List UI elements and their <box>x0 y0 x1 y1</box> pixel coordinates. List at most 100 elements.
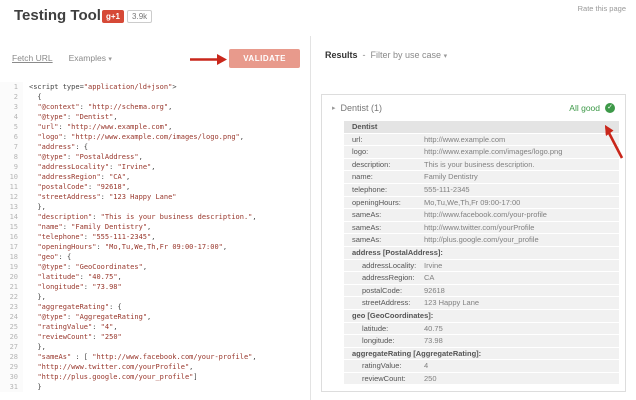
code-line[interactable]: 28 "sameAs" : [ "http://www.facebook.com… <box>0 352 310 362</box>
line-number: 29 <box>0 362 23 372</box>
line-number: 31 <box>0 382 23 392</box>
line-number: 28 <box>0 352 23 362</box>
property-value: 555-111-2345 <box>424 184 470 194</box>
code-line[interactable]: 11 "postalCode": "92618", <box>0 182 310 192</box>
property-name: url: <box>352 134 363 144</box>
code-text: }, <box>29 203 46 211</box>
page-title: Testing Tool <box>14 7 101 24</box>
code-line[interactable]: 25 "ratingValue": "4", <box>0 322 310 332</box>
property-name: latitude: <box>362 323 389 333</box>
editor-panel: Fetch URL Examples ▾ VALIDATE 1 <script t… <box>0 36 311 400</box>
code-text: "postalCode": "92618", <box>37 183 131 191</box>
results-panel: Results - Filter by use case ▾ ▸ Dentist… <box>311 36 636 400</box>
code-line[interactable]: 19 "@type": "GeoCoordinates", <box>0 262 310 272</box>
line-number: 26 <box>0 332 23 342</box>
code-line[interactable]: 3 "@context": "http://schema.org", <box>0 102 310 112</box>
code-line[interactable]: 16 "telephone": "555-111-2345", <box>0 232 310 242</box>
fetch-url-link[interactable]: Fetch URL <box>12 53 53 63</box>
table-row: ratingValue: 4 <box>344 360 619 372</box>
table-row: streetAddress: 123 Happy Lane <box>344 297 619 309</box>
table-row: latitude: 40.75 <box>344 322 619 335</box>
code-text: "reviewCount": "250" <box>37 333 122 341</box>
plus-one-button[interactable]: g+1 3.9k <box>102 10 153 23</box>
examples-dropdown[interactable]: Examples ▾ <box>69 53 112 63</box>
code-text: "longitude": "73.98" <box>37 283 122 291</box>
result-group-box: ▸ Dentist (1) All good ✓ Dentist url: htt… <box>321 94 626 392</box>
code-line[interactable]: 22 }, <box>0 292 310 302</box>
code-line[interactable]: 12 "streetAddress": "123 Happy Lane" <box>0 192 310 202</box>
code-line[interactable]: 14 "description": "This is your business… <box>0 212 310 222</box>
code-line[interactable]: 30 "http://plus.google.com/your_profile"… <box>0 372 310 382</box>
code-line[interactable]: 21 "longitude": "73.98" <box>0 282 310 292</box>
property-name: sameAs: <box>352 235 382 245</box>
table-row: sameAs: http://plus.google.com/your_profi… <box>344 234 619 246</box>
rate-this-page-link[interactable]: Rate this page <box>578 4 626 13</box>
line-number: 21 <box>0 282 23 292</box>
property-value: This is your business description. <box>424 159 535 169</box>
code-line[interactable]: 8 "@type": "PostalAddress", <box>0 152 310 162</box>
code-text: } <box>29 383 42 391</box>
line-number: 16 <box>0 232 23 242</box>
code-text: "openingHours": "Mo,Tu,We,Th,Fr 09:00-17… <box>37 243 228 251</box>
examples-label: Examples <box>68 53 106 63</box>
result-group-header[interactable]: ▸ Dentist (1) All good ✓ <box>322 95 625 121</box>
code-line[interactable]: 1 <script type="application/ld+json"> <box>0 82 310 92</box>
results-label: Results <box>325 50 358 60</box>
code-text: "logo": "http://www.example.com/images/l… <box>37 133 244 141</box>
filter-by-use-case-dropdown[interactable]: Filter by use case ▾ <box>371 50 448 60</box>
line-number: 17 <box>0 242 23 252</box>
code-text: "@type": "AggregateRating", <box>37 313 152 321</box>
table-section-row: geo [GeoCoordinates]: <box>344 309 619 322</box>
code-line[interactable]: 7 "address": { <box>0 142 310 152</box>
table-row: url: http://www.example.com <box>344 133 619 146</box>
table-row: description: This is your business descri… <box>344 158 619 171</box>
code-text: "aggregateRating": { <box>37 303 122 311</box>
code-text: "address": { <box>37 143 89 151</box>
code-text: "@type": "GeoCoordinates", <box>37 263 148 271</box>
line-number: 20 <box>0 272 23 282</box>
property-value: Irvine <box>424 260 443 270</box>
code-line[interactable]: 29 "http://www.twitter.com/yourProfile", <box>0 362 310 372</box>
code-line[interactable]: 26 "reviewCount": "250" <box>0 332 310 342</box>
property-name: streetAddress: <box>362 298 411 308</box>
line-number: 13 <box>0 202 23 212</box>
property-value: http://www.facebook.com/your-profile <box>424 210 547 220</box>
line-number: 8 <box>0 152 23 162</box>
table-row: postalCode: 92618 <box>344 284 619 297</box>
filter-label: Filter by use case <box>370 50 442 60</box>
property-name: openingHours: <box>352 197 401 207</box>
property-value: 250 <box>424 373 437 383</box>
code-line[interactable]: 23 "aggregateRating": { <box>0 302 310 312</box>
code-line[interactable]: 17 "openingHours": "Mo,Tu,We,Th,Fr 09:00… <box>0 242 310 252</box>
table-row: sameAs: http://www.facebook.com/your-prof… <box>344 209 619 221</box>
code-line[interactable]: 20 "latitude": "40.75", <box>0 272 310 282</box>
property-value: 4 <box>424 361 429 371</box>
code-line[interactable]: 9 "addressLocality": "Irvine", <box>0 162 310 172</box>
table-row: longitude: 73.98 <box>344 335 619 347</box>
plus-one-icon[interactable]: g+1 <box>102 10 125 23</box>
expand-triangle-icon[interactable]: ▸ <box>332 104 336 112</box>
table-row: logo: http://www.example.com/images/logo.… <box>344 146 619 158</box>
code-line[interactable]: 27 }, <box>0 342 310 352</box>
validate-button[interactable]: VALIDATE <box>229 48 300 68</box>
property-name: telephone: <box>352 184 388 194</box>
code-line[interactable]: 18 "geo": { <box>0 252 310 262</box>
code-text: "addressLocality": "Irvine", <box>37 163 156 171</box>
code-line[interactable]: 13 }, <box>0 202 310 212</box>
property-name: ratingValue: <box>362 361 402 371</box>
table-row: reviewCount: 250 <box>344 372 619 385</box>
line-number: 10 <box>0 172 23 182</box>
code-line[interactable]: 5 "url": "http://www.example.com", <box>0 122 310 132</box>
code-text: "description": "This is your business de… <box>37 213 257 221</box>
code-text: <script type="application/ld+json"> <box>29 83 177 91</box>
property-value: 40.75 <box>424 323 443 333</box>
code-line[interactable]: 31 } <box>0 382 310 392</box>
code-line[interactable]: 4 "@type": "Dentist", <box>0 112 310 122</box>
code-line[interactable]: 2 { <box>0 92 310 102</box>
code-line[interactable]: 6 "logo": "http://www.example.com/images… <box>0 132 310 142</box>
code-line[interactable]: 24 "@type": "AggregateRating", <box>0 312 310 322</box>
table-row: sameAs: http://www.twitter.com/yourProfil… <box>344 221 619 234</box>
code-line[interactable]: 15 "name": "Family Dentistry", <box>0 222 310 232</box>
code-editor[interactable]: 1 <script type="application/ld+json"> 2 {3… <box>0 82 310 400</box>
code-line[interactable]: 10 "addressRegion": "CA", <box>0 172 310 182</box>
